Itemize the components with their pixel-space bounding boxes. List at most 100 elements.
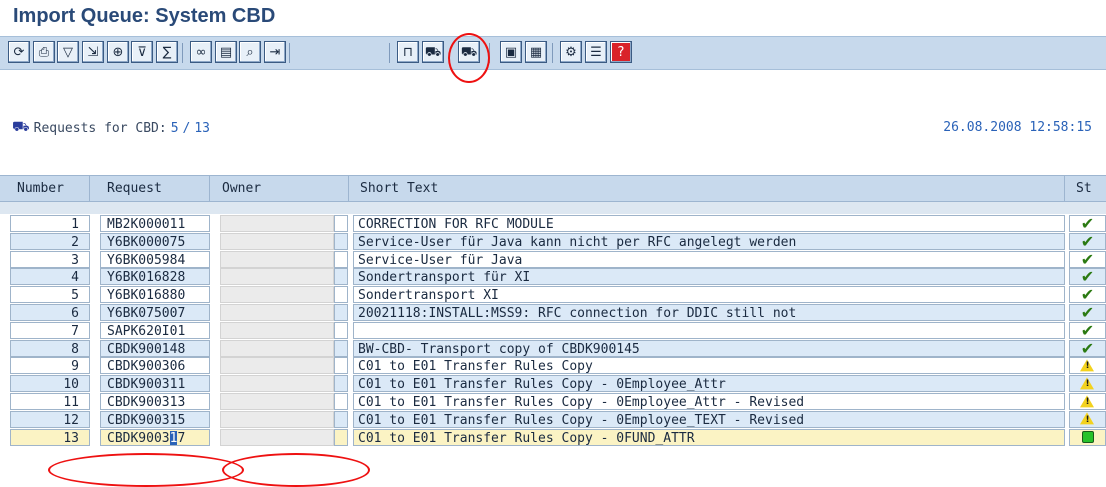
cell-status[interactable]: ! [1069, 357, 1106, 375]
cell-request[interactable]: Y6BK016828 [100, 268, 210, 286]
cell-status[interactable]: ✔ [1069, 268, 1106, 286]
cell-request[interactable]: CBDK900306 [100, 357, 210, 375]
cell-short-text[interactable]: C01 to E01 Transfer Rules Copy - 0Employ… [353, 393, 1065, 410]
cell-short-text[interactable]: Service-User für Java kann nicht per RFC… [353, 232, 1065, 250]
cell-request[interactable]: MB2K000011 [100, 215, 210, 232]
cell-request[interactable]: Y6BK016880 [100, 286, 210, 304]
cell-status[interactable]: ✔ [1069, 232, 1106, 250]
truck-all-button[interactable]: ⛟ [422, 41, 444, 63]
table-row[interactable]: 7 SAPK620I01 ✔ [0, 321, 1106, 339]
cell-short-text[interactable]: Sondertransport für XI [353, 268, 1065, 286]
cell-number[interactable]: 7 [10, 321, 90, 339]
cell-owner[interactable] [220, 250, 334, 268]
cell-request[interactable]: Y6BK075007 [100, 304, 210, 321]
cell-request[interactable]: CBDK900315 [100, 410, 210, 428]
cell-status[interactable] [1069, 428, 1106, 446]
cell-short-text[interactable]: Sondertransport XI [353, 286, 1065, 304]
aggregate-button[interactable]: ∑ [156, 41, 178, 63]
list-button[interactable]: ☰ [585, 41, 607, 63]
column-header-short-text[interactable]: Short Text [353, 176, 1065, 201]
column-header-owner[interactable]: Owner [215, 176, 349, 201]
refresh-button[interactable]: ⟳ [8, 41, 30, 63]
table-row[interactable]: 1 MB2K000011 CORRECTION FOR RFC MODULE ✔ [0, 215, 1106, 232]
cell-number[interactable]: 4 [10, 268, 90, 286]
table-row[interactable]: 3 Y6BK005984 Service-User für Java ✔ [0, 250, 1106, 268]
cell-request[interactable]: SAPK620I01 [100, 321, 210, 339]
cell-owner[interactable] [220, 410, 334, 428]
cell-status[interactable]: ! [1069, 393, 1106, 410]
table-row[interactable]: 6 Y6BK075007 20021118:INSTALL:MSS9: RFC co… [0, 304, 1106, 321]
cell-number[interactable]: 9 [10, 357, 90, 375]
cell-owner[interactable] [220, 232, 334, 250]
help-button[interactable]: ? [610, 41, 632, 63]
cell-request[interactable]: CBDK900148 [100, 339, 210, 357]
cell-owner[interactable] [220, 215, 334, 232]
select-button[interactable]: ⇲ [82, 41, 104, 63]
cell-owner[interactable] [220, 393, 334, 410]
cell-short-text[interactable] [353, 321, 1065, 339]
cell-number[interactable]: 11 [10, 393, 90, 410]
cell-request[interactable]: CBDK900313 [100, 393, 210, 410]
cell-number[interactable]: 13 [10, 428, 90, 446]
table-row[interactable]: 4 Y6BK016828 Sondertransport für XI ✔ [0, 268, 1106, 286]
cell-number[interactable]: 5 [10, 286, 90, 304]
table-row[interactable]: 13 CBDK900317 C01 to E01 Transfer Rules Co… [0, 428, 1106, 446]
settings-button[interactable]: ⚙ [560, 41, 582, 63]
set-filter-button[interactable]: ⊽ [131, 41, 153, 63]
table-row[interactable]: 5 Y6BK016880 Sondertransport XI ✔ [0, 286, 1106, 304]
column-header-request[interactable]: Request [100, 176, 210, 201]
table-row[interactable]: 8 CBDK900148 BW-CBD- Transport copy of CBD… [0, 339, 1106, 357]
monitor-button[interactable]: ▣ [500, 41, 522, 63]
cell-number[interactable]: 10 [10, 375, 90, 393]
cell-short-text[interactable]: 20021118:INSTALL:MSS9: RFC connection fo… [353, 304, 1065, 321]
cell-owner[interactable] [220, 304, 334, 321]
cell-status[interactable]: ! [1069, 375, 1106, 393]
cell-number[interactable]: 6 [10, 304, 90, 321]
cell-request[interactable]: Y6BK005984 [100, 250, 210, 268]
cell-status[interactable]: ✔ [1069, 286, 1106, 304]
cell-status[interactable]: ✔ [1069, 339, 1106, 357]
cell-short-text[interactable]: C01 to E01 Transfer Rules Copy [353, 357, 1065, 375]
cell-short-text[interactable]: C01 to E01 Transfer Rules Copy - 0Employ… [353, 375, 1065, 393]
column-header-status[interactable]: St [1069, 176, 1106, 201]
cell-status[interactable]: ✔ [1069, 215, 1106, 232]
find-button[interactable]: ⌕ [239, 41, 261, 63]
table-row[interactable]: 10 CBDK900311 C01 to E01 Transfer Rules Co… [0, 375, 1106, 393]
cell-owner[interactable] [220, 339, 334, 357]
column-header-number[interactable]: Number [10, 176, 90, 201]
cell-short-text[interactable]: C01 to E01 Transfer Rules Copy - 0FUND_A… [353, 428, 1065, 446]
table-row[interactable]: 11 CBDK900313 C01 to E01 Transfer Rules Co… [0, 393, 1106, 410]
cell-request[interactable]: CBDK900311 [100, 375, 210, 393]
cell-status[interactable]: ✔ [1069, 304, 1106, 321]
cell-short-text[interactable]: C01 to E01 Transfer Rules Copy - 0Employ… [353, 410, 1065, 428]
cell-status[interactable]: ✔ [1069, 321, 1106, 339]
cell-number[interactable]: 1 [10, 215, 90, 232]
cell-request[interactable]: CBDK900317 [100, 428, 210, 446]
print-button[interactable]: ⎙ [33, 41, 55, 63]
cell-owner[interactable] [220, 357, 334, 375]
glasses-button[interactable]: ∞ [190, 41, 212, 63]
cell-short-text[interactable]: Service-User für Java [353, 250, 1065, 268]
cell-status[interactable]: ✔ [1069, 250, 1106, 268]
log-button[interactable]: ▦ [525, 41, 547, 63]
document-button[interactable]: ▤ [215, 41, 237, 63]
table-row[interactable]: 2 Y6BK000075 Service-User für Java kann ni… [0, 232, 1106, 250]
export-button[interactable]: ⇥ [264, 41, 286, 63]
cell-number[interactable]: 12 [10, 410, 90, 428]
table-row[interactable]: 9 CBDK900306 C01 to E01 Transfer Rules Cop… [0, 357, 1106, 375]
cell-number[interactable]: 8 [10, 339, 90, 357]
cell-number[interactable]: 2 [10, 232, 90, 250]
cell-owner[interactable] [220, 428, 334, 446]
filter-button[interactable]: ▽ [57, 41, 79, 63]
cell-number[interactable]: 3 [10, 250, 90, 268]
cell-owner[interactable] [220, 321, 334, 339]
zoom-button[interactable]: ⊕ [107, 41, 129, 63]
cell-short-text[interactable]: BW-CBD- Transport copy of CBDK900145 [353, 339, 1065, 357]
cell-owner[interactable] [220, 268, 334, 286]
lock-button[interactable]: ⊓ [397, 41, 419, 63]
cell-owner[interactable] [220, 286, 334, 304]
table-row[interactable]: 12 CBDK900315 C01 to E01 Transfer Rules Co… [0, 410, 1106, 428]
cell-owner[interactable] [220, 375, 334, 393]
cell-status[interactable]: ! [1069, 410, 1106, 428]
cell-short-text[interactable]: CORRECTION FOR RFC MODULE [353, 215, 1065, 232]
